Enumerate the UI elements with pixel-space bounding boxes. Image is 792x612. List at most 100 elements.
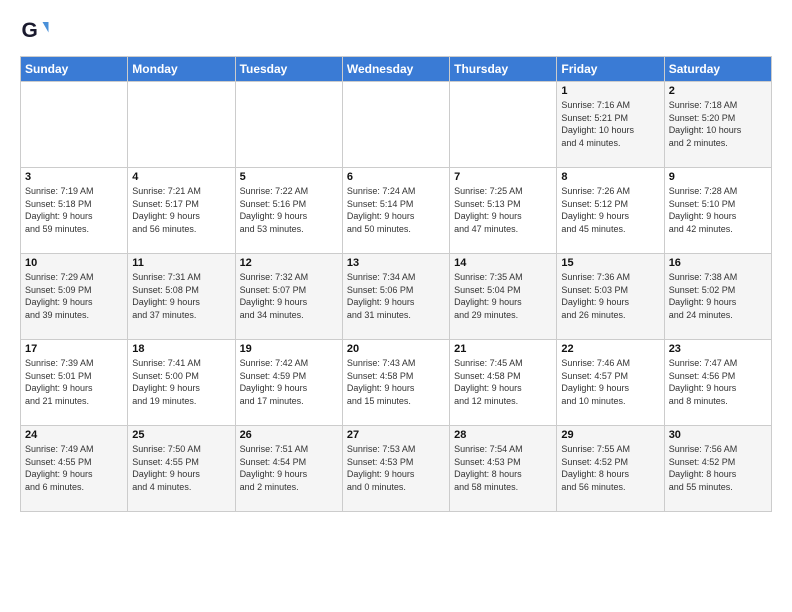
day-number: 1: [561, 85, 659, 97]
day-number: 28: [454, 429, 552, 441]
logo-icon: G: [20, 16, 50, 46]
calendar-cell: 30 Sunrise: 7:56 AM Sunset: 4:52 PM Dayli…: [664, 426, 771, 512]
calendar-cell: 28 Sunrise: 7:54 AM Sunset: 4:53 PM Dayli…: [450, 426, 557, 512]
calendar-cell: 12Sunrise: 7:32 AM Sunset: 5:07 PM Dayli…: [235, 254, 342, 340]
day-number: 3: [25, 171, 123, 183]
calendar-cell: 26 Sunrise: 7:51 AM Sunset: 4:54 PM Dayli…: [235, 426, 342, 512]
weekday-header-tuesday: Tuesday: [235, 57, 342, 82]
day-info: Sunrise: 7:34 AM Sunset: 5:06 PM Dayligh…: [347, 271, 445, 321]
calendar-cell: 7 Sunrise: 7:25 AM Sunset: 5:13 PM Daylig…: [450, 168, 557, 254]
calendar-cell: 22 Sunrise: 7:46 AM Sunset: 4:57 PM Dayli…: [557, 340, 664, 426]
day-info: Sunrise: 7:45 AM Sunset: 4:58 PM Dayligh…: [454, 357, 552, 407]
day-number: 5: [240, 171, 338, 183]
day-info: Sunrise: 7:50 AM Sunset: 4:55 PM Dayligh…: [132, 443, 230, 493]
day-info: Sunrise: 7:28 AM Sunset: 5:10 PM Dayligh…: [669, 185, 767, 235]
calendar-cell: [235, 82, 342, 168]
calendar-cell: 15 Sunrise: 7:36 AM Sunset: 5:03 PM Dayli…: [557, 254, 664, 340]
calendar-cell: 23Sunrise: 7:47 AM Sunset: 4:56 PM Dayli…: [664, 340, 771, 426]
day-number: 30: [669, 429, 767, 441]
weekday-header-thursday: Thursday: [450, 57, 557, 82]
weekday-header-wednesday: Wednesday: [342, 57, 449, 82]
day-number: 19: [240, 343, 338, 355]
day-number: 17: [25, 343, 123, 355]
calendar-cell: 16Sunrise: 7:38 AM Sunset: 5:02 PM Dayli…: [664, 254, 771, 340]
calendar: SundayMondayTuesdayWednesdayThursdayFrid…: [20, 56, 772, 512]
day-info: Sunrise: 7:36 AM Sunset: 5:03 PM Dayligh…: [561, 271, 659, 321]
calendar-cell: 24 Sunrise: 7:49 AM Sunset: 4:55 PM Dayli…: [21, 426, 128, 512]
day-info: Sunrise: 7:46 AM Sunset: 4:57 PM Dayligh…: [561, 357, 659, 407]
week-row-4: 24 Sunrise: 7:49 AM Sunset: 4:55 PM Dayli…: [21, 426, 772, 512]
day-info: Sunrise: 7:55 AM Sunset: 4:52 PM Dayligh…: [561, 443, 659, 493]
day-info: Sunrise: 7:29 AM Sunset: 5:09 PM Dayligh…: [25, 271, 123, 321]
day-info: Sunrise: 7:32 AM Sunset: 5:07 PM Dayligh…: [240, 271, 338, 321]
calendar-cell: [342, 82, 449, 168]
calendar-cell: 4Sunrise: 7:21 AM Sunset: 5:17 PM Daylig…: [128, 168, 235, 254]
calendar-cell: 1 Sunrise: 7:16 AM Sunset: 5:21 PM Daylig…: [557, 82, 664, 168]
day-number: 11: [132, 257, 230, 269]
day-number: 27: [347, 429, 445, 441]
calendar-body: 1 Sunrise: 7:16 AM Sunset: 5:21 PM Daylig…: [21, 82, 772, 512]
calendar-cell: 6Sunrise: 7:24 AM Sunset: 5:14 PM Daylig…: [342, 168, 449, 254]
day-info: Sunrise: 7:35 AM Sunset: 5:04 PM Dayligh…: [454, 271, 552, 321]
day-info: Sunrise: 7:26 AM Sunset: 5:12 PM Dayligh…: [561, 185, 659, 235]
calendar-cell: 27 Sunrise: 7:53 AM Sunset: 4:53 PM Dayli…: [342, 426, 449, 512]
day-info: Sunrise: 7:49 AM Sunset: 4:55 PM Dayligh…: [25, 443, 123, 493]
day-number: 14: [454, 257, 552, 269]
svg-text:G: G: [22, 19, 38, 42]
calendar-header: SundayMondayTuesdayWednesdayThursdayFrid…: [21, 57, 772, 82]
calendar-cell: 25Sunrise: 7:50 AM Sunset: 4:55 PM Dayli…: [128, 426, 235, 512]
calendar-cell: 18Sunrise: 7:41 AM Sunset: 5:00 PM Dayli…: [128, 340, 235, 426]
calendar-cell: 5 Sunrise: 7:22 AM Sunset: 5:16 PM Daylig…: [235, 168, 342, 254]
day-number: 2: [669, 85, 767, 97]
day-info: Sunrise: 7:51 AM Sunset: 4:54 PM Dayligh…: [240, 443, 338, 493]
calendar-cell: 14 Sunrise: 7:35 AM Sunset: 5:04 PM Dayli…: [450, 254, 557, 340]
weekday-header-saturday: Saturday: [664, 57, 771, 82]
day-number: 8: [561, 171, 659, 183]
calendar-cell: 13 Sunrise: 7:34 AM Sunset: 5:06 PM Dayli…: [342, 254, 449, 340]
day-info: Sunrise: 7:22 AM Sunset: 5:16 PM Dayligh…: [240, 185, 338, 235]
calendar-cell: 2 Sunrise: 7:18 AM Sunset: 5:20 PM Daylig…: [664, 82, 771, 168]
day-info: Sunrise: 7:31 AM Sunset: 5:08 PM Dayligh…: [132, 271, 230, 321]
calendar-cell: 19 Sunrise: 7:42 AM Sunset: 4:59 PM Dayli…: [235, 340, 342, 426]
day-info: Sunrise: 7:53 AM Sunset: 4:53 PM Dayligh…: [347, 443, 445, 493]
day-number: 7: [454, 171, 552, 183]
day-info: Sunrise: 7:39 AM Sunset: 5:01 PM Dayligh…: [25, 357, 123, 407]
calendar-cell: [21, 82, 128, 168]
day-number: 29: [561, 429, 659, 441]
day-number: 24: [25, 429, 123, 441]
day-info: Sunrise: 7:47 AM Sunset: 4:56 PM Dayligh…: [669, 357, 767, 407]
week-row-3: 17 Sunrise: 7:39 AM Sunset: 5:01 PM Dayli…: [21, 340, 772, 426]
weekday-header-friday: Friday: [557, 57, 664, 82]
day-number: 15: [561, 257, 659, 269]
day-number: 26: [240, 429, 338, 441]
calendar-cell: 8 Sunrise: 7:26 AM Sunset: 5:12 PM Daylig…: [557, 168, 664, 254]
day-info: Sunrise: 7:42 AM Sunset: 4:59 PM Dayligh…: [240, 357, 338, 407]
day-info: Sunrise: 7:56 AM Sunset: 4:52 PM Dayligh…: [669, 443, 767, 493]
day-info: Sunrise: 7:43 AM Sunset: 4:58 PM Dayligh…: [347, 357, 445, 407]
day-info: Sunrise: 7:24 AM Sunset: 5:14 PM Dayligh…: [347, 185, 445, 235]
day-info: Sunrise: 7:25 AM Sunset: 5:13 PM Dayligh…: [454, 185, 552, 235]
calendar-cell: 21Sunrise: 7:45 AM Sunset: 4:58 PM Dayli…: [450, 340, 557, 426]
calendar-cell: 29 Sunrise: 7:55 AM Sunset: 4:52 PM Dayli…: [557, 426, 664, 512]
weekday-header-monday: Monday: [128, 57, 235, 82]
day-info: Sunrise: 7:54 AM Sunset: 4:53 PM Dayligh…: [454, 443, 552, 493]
calendar-cell: 11 Sunrise: 7:31 AM Sunset: 5:08 PM Dayli…: [128, 254, 235, 340]
day-info: Sunrise: 7:16 AM Sunset: 5:21 PM Dayligh…: [561, 99, 659, 149]
day-number: 10: [25, 257, 123, 269]
day-info: Sunrise: 7:19 AM Sunset: 5:18 PM Dayligh…: [25, 185, 123, 235]
day-number: 16: [669, 257, 767, 269]
day-info: Sunrise: 7:41 AM Sunset: 5:00 PM Dayligh…: [132, 357, 230, 407]
day-number: 22: [561, 343, 659, 355]
logo: G: [20, 16, 54, 46]
weekday-header-row: SundayMondayTuesdayWednesdayThursdayFrid…: [21, 57, 772, 82]
day-number: 13: [347, 257, 445, 269]
calendar-cell: 9Sunrise: 7:28 AM Sunset: 5:10 PM Daylig…: [664, 168, 771, 254]
week-row-0: 1 Sunrise: 7:16 AM Sunset: 5:21 PM Daylig…: [21, 82, 772, 168]
weekday-header-sunday: Sunday: [21, 57, 128, 82]
calendar-cell: [128, 82, 235, 168]
day-info: Sunrise: 7:21 AM Sunset: 5:17 PM Dayligh…: [132, 185, 230, 235]
day-number: 20: [347, 343, 445, 355]
day-info: Sunrise: 7:18 AM Sunset: 5:20 PM Dayligh…: [669, 99, 767, 149]
calendar-cell: 20 Sunrise: 7:43 AM Sunset: 4:58 PM Dayli…: [342, 340, 449, 426]
calendar-cell: 10 Sunrise: 7:29 AM Sunset: 5:09 PM Dayli…: [21, 254, 128, 340]
